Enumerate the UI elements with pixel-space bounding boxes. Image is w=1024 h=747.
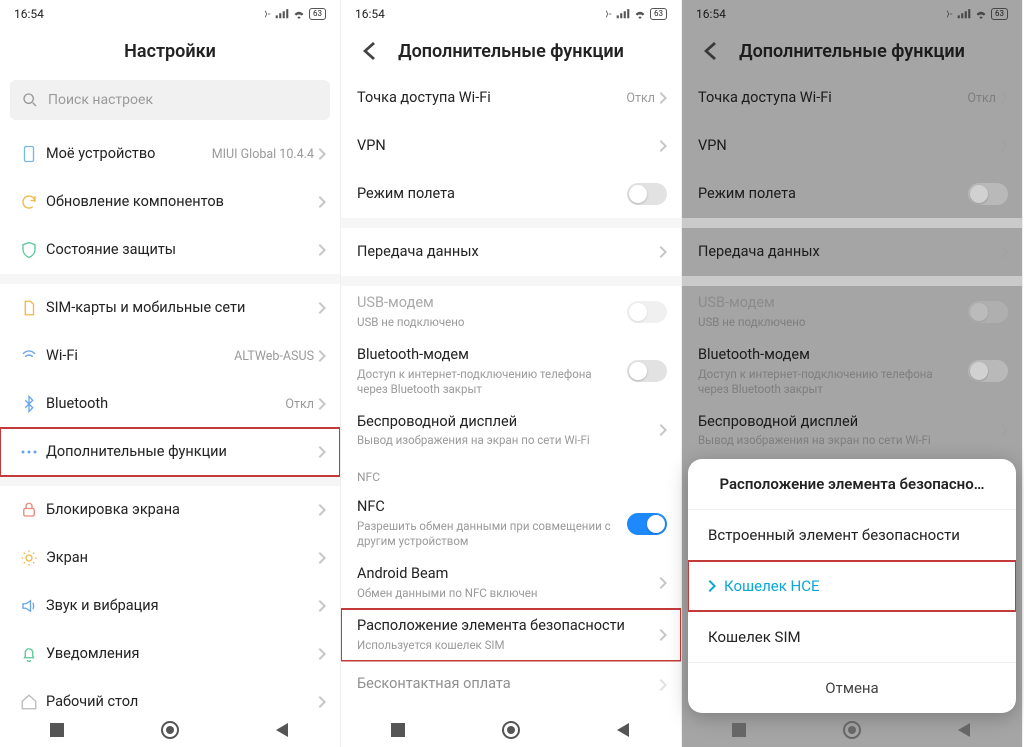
- chevron-right-icon: [318, 148, 326, 160]
- row-wireless-display[interactable]: Беспроводной дисплей Вывод изображения н…: [341, 405, 681, 457]
- row-additional-functions[interactable]: Дополнительные функции: [0, 428, 340, 476]
- back-button[interactable]: [351, 28, 387, 74]
- row-nfc[interactable]: NFC Разрешить обмен данными при совмещен…: [341, 490, 681, 557]
- cancel-button[interactable]: Отмена: [688, 662, 1016, 713]
- row-bluetooth[interactable]: Bluetooth Откл: [0, 380, 340, 428]
- search-icon: [22, 92, 38, 108]
- nav-recent[interactable]: [378, 723, 418, 737]
- toggle-bt[interactable]: [627, 360, 667, 382]
- row-contactless-payment[interactable]: Бесконтактная оплата: [341, 661, 681, 709]
- row-vpn[interactable]: VPN: [341, 122, 681, 170]
- row-sim[interactable]: SIM-карты и мобильные сети: [0, 284, 340, 332]
- row-display[interactable]: Экран: [0, 534, 340, 582]
- status-time: 16:54: [14, 7, 44, 21]
- row-security[interactable]: Состояние защиты: [0, 226, 340, 274]
- row-notifications[interactable]: Уведомления: [0, 630, 340, 678]
- screen-additional-dialog: 16:54 63 Дополнительные функции Точка до…: [682, 0, 1023, 747]
- status-bar: 16:54 63: [341, 0, 681, 28]
- status-bar: 16:54 63: [682, 0, 1022, 28]
- phone-icon: [12, 145, 46, 163]
- status-icons: 63: [262, 8, 326, 20]
- page-title: Дополнительные функции: [341, 28, 681, 74]
- status-bar: 16:54 63: [0, 0, 340, 28]
- nav-bar: [682, 713, 1022, 747]
- option-sim-wallet[interactable]: Кошелек SIM: [688, 611, 1016, 662]
- lock-icon: [12, 501, 46, 519]
- refresh-icon: [12, 193, 46, 211]
- row-airplane[interactable]: Режим полета: [341, 170, 681, 218]
- sun-icon: [12, 549, 46, 567]
- sim-icon: [12, 299, 46, 317]
- nav-back[interactable]: [604, 723, 644, 737]
- row-wifi-ap[interactable]: Точка доступа Wi-Fi Откл: [341, 74, 681, 122]
- toggle-nfc[interactable]: [627, 513, 667, 535]
- screen-settings: 16:54 63 Настройки Поиск настроек Моё ус…: [0, 0, 341, 747]
- battery-icon: 63: [309, 8, 326, 20]
- nav-recent[interactable]: [719, 723, 759, 737]
- bluetooth-icon: [12, 395, 46, 413]
- section-nfc: NFC: [341, 456, 681, 490]
- row-data[interactable]: Передача данных: [341, 228, 681, 276]
- speaker-icon: [12, 597, 46, 615]
- chevron-right-icon: [708, 580, 716, 592]
- nav-home[interactable]: [491, 721, 531, 739]
- search-input[interactable]: Поиск настроек: [10, 80, 330, 120]
- more-icon: [12, 449, 46, 455]
- additional-list: Точка доступа Wi-Fi Откл VPN Режим полет…: [341, 74, 681, 747]
- row-usb-modem: USB-модем USB не подключено: [341, 286, 681, 338]
- screen-additional: 16:54 63 Дополнительные функции Точка до…: [341, 0, 682, 747]
- nav-recent[interactable]: [37, 723, 77, 737]
- dialog-title: Расположение элемента безопасно…: [688, 459, 1016, 509]
- security-element-dialog: Расположение элемента безопасно… Встроен…: [688, 459, 1016, 713]
- toggle-airplane[interactable]: [627, 183, 667, 205]
- row-my-device[interactable]: Моё устройство MIUI Global 10.4.4: [0, 130, 340, 178]
- nav-bar: [341, 713, 681, 747]
- option-builtin[interactable]: Встроенный элемент безопасности: [688, 509, 1016, 560]
- shield-icon: [12, 241, 46, 259]
- chevron-left-icon: [363, 42, 375, 60]
- wifi-icon: [292, 9, 306, 19]
- wifi-icon: [12, 347, 46, 365]
- option-hce-wallet[interactable]: Кошелек HCE: [688, 560, 1016, 611]
- signal-icon: [616, 9, 630, 19]
- nav-home[interactable]: [150, 721, 190, 739]
- bell-icon: [12, 645, 46, 663]
- row-bt-modem[interactable]: Bluetooth-модем Доступ к интернет-подклю…: [341, 338, 681, 405]
- nav-home[interactable]: [832, 721, 872, 739]
- nav-bar: [0, 713, 340, 747]
- back-button[interactable]: [692, 28, 728, 74]
- settings-list: Моё устройство MIUI Global 10.4.4 Обновл…: [0, 130, 340, 747]
- nav-back[interactable]: [945, 723, 985, 737]
- toggle-usb: [627, 301, 667, 323]
- row-security-element[interactable]: Расположение элемента безопасности Испол…: [341, 609, 681, 661]
- row-sound[interactable]: Звук и вибрация: [0, 582, 340, 630]
- row-updates[interactable]: Обновление компонентов: [0, 178, 340, 226]
- row-wifi[interactable]: Wi-Fi ALTWeb-ASUS: [0, 332, 340, 380]
- wifi-icon: [633, 9, 647, 19]
- row-lockscreen[interactable]: Блокировка экрана: [0, 486, 340, 534]
- nav-back[interactable]: [263, 723, 303, 737]
- signal-icon: [275, 9, 289, 19]
- home-icon: [12, 693, 46, 711]
- page-title: Настройки: [0, 28, 340, 74]
- row-android-beam[interactable]: Android Beam Обмен данными по NFC включе…: [341, 557, 681, 609]
